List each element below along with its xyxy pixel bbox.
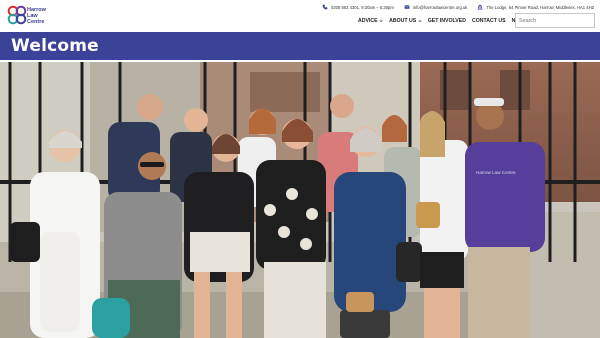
logo-line-3: Centre	[27, 19, 45, 25]
search-input[interactable]	[515, 13, 595, 28]
email-info[interactable]: info@harrowlawcentre.org.uk	[404, 4, 468, 10]
phone-icon	[322, 4, 328, 10]
nav-about-us-label: ABOUT US	[389, 18, 417, 24]
shirt-text: Harrow Law Centre	[476, 170, 516, 175]
nav-about-us[interactable]: ABOUT US	[389, 18, 422, 24]
logo-icon	[7, 5, 27, 25]
nav-advice-label: ADVICE	[358, 18, 378, 24]
nav-get-involved[interactable]: GET INVOLVED	[428, 18, 466, 24]
page-banner: Welcome	[0, 32, 600, 60]
building-icon	[478, 4, 483, 10]
address-text: The Lodge, 64 Pinner Road, Harrow, Middl…	[486, 4, 595, 10]
main-nav: ADVICE ABOUT US GET INVOLVED CONTACT US …	[358, 18, 533, 24]
site-logo[interactable]: Harrow Law Centre	[6, 4, 58, 28]
phone-info[interactable]: 0208 863 4301, 9:30am – 5:30pm	[322, 4, 394, 10]
page-title: Welcome	[11, 36, 99, 56]
phone-text: 0208 863 4301, 9:30am – 5:30pm	[331, 4, 394, 10]
logo-text: Harrow Law Centre	[27, 7, 46, 25]
nav-contact-us-label: CONTACT US	[471, 18, 506, 24]
address-info: The Lodge, 64 Pinner Road, Harrow, Middl…	[477, 4, 594, 10]
email-text: info@harrowlawcentre.org.uk	[412, 4, 468, 10]
site-header: Harrow Law Centre 0208 863 4301, 9:30am …	[0, 0, 600, 32]
envelope-icon	[404, 5, 410, 9]
nav-get-involved-label: GET INVOLVED	[427, 18, 466, 24]
contact-bar: 0208 863 4301, 9:30am – 5:30pm info@harr…	[322, 3, 600, 11]
chevron-down-icon	[379, 20, 383, 23]
team-photo: Harrow Law Centre	[0, 62, 600, 338]
nav-advice[interactable]: ADVICE	[358, 18, 383, 24]
nav-contact-us[interactable]: CONTACT US	[472, 18, 506, 24]
chevron-down-icon	[418, 20, 422, 23]
team-photo-image: Harrow Law Centre	[0, 62, 600, 338]
